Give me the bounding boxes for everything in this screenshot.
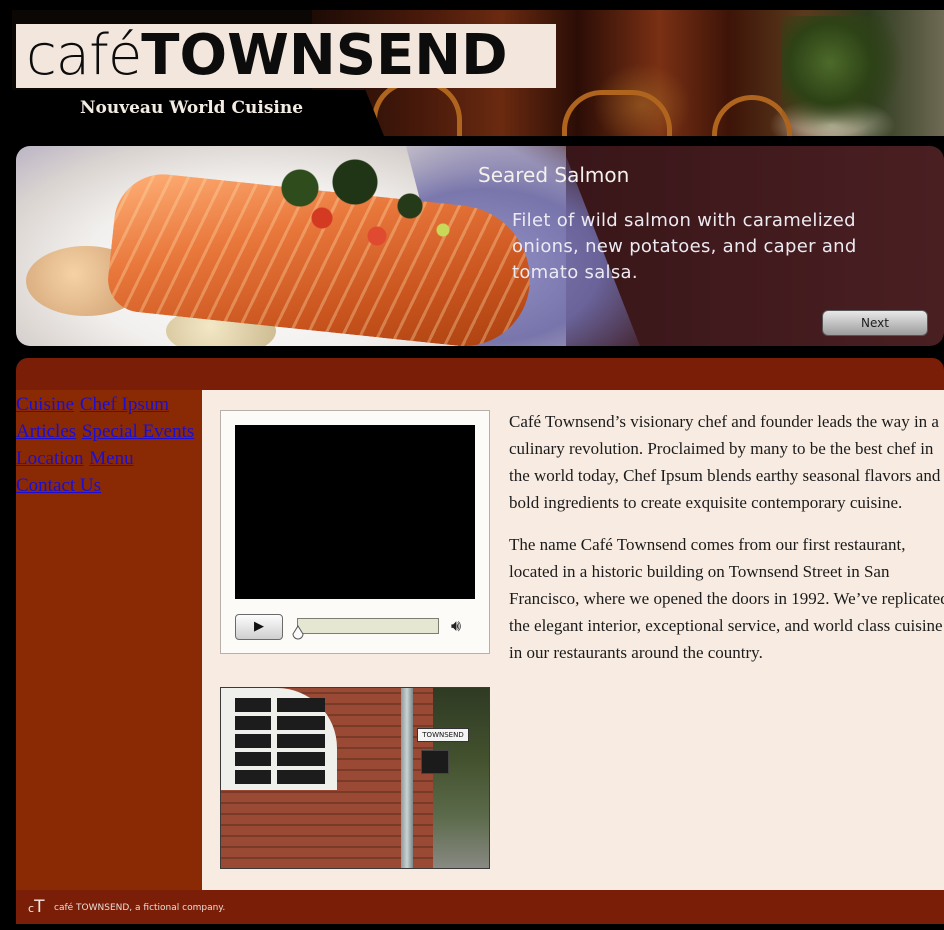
play-button[interactable]: ▶	[235, 614, 283, 640]
featured-dish-banner: Seared Salmon Filet of wild salmon with …	[16, 146, 944, 346]
street-sign: TOWNSEND	[417, 728, 469, 742]
seek-handle[interactable]	[292, 625, 304, 641]
nav-link-contact-us[interactable]: Contact Us	[16, 475, 101, 496]
main-container: Cuisine Chef Ipsum Articles Special Even…	[16, 358, 944, 924]
site-logo[interactable]: caféTOWNSEND	[16, 24, 556, 88]
seek-bar[interactable]	[297, 618, 439, 634]
video-screen[interactable]	[235, 425, 475, 599]
about-paragraph: The name Café Townsend comes from our fi…	[509, 535, 944, 662]
logo-text: caféTOWNSEND	[26, 23, 508, 88]
main-navigation: Cuisine Chef Ipsum Articles Special Even…	[16, 390, 202, 499]
footer-text: café TOWNSEND, a fictional company.	[54, 903, 226, 913]
about-text: Café Townsend’s visionary chef and found…	[509, 408, 944, 681]
site-footer: cT café TOWNSEND, a fictional company.	[16, 890, 944, 924]
nav-link-location[interactable]: Location	[16, 448, 84, 469]
featured-dish-description: Filet of wild salmon with caramelized on…	[512, 210, 857, 283]
site-tagline: Nouveau World Cuisine	[80, 98, 304, 118]
next-button[interactable]: Next	[822, 310, 928, 336]
nav-link-menu[interactable]: Menu	[89, 448, 133, 469]
footer-logo: cT	[28, 897, 45, 917]
nav-link-chef-ipsum[interactable]: Chef Ipsum	[80, 394, 169, 415]
speaker-icon[interactable]: 🔊︎	[451, 616, 461, 636]
featured-dish-title: Seared Salmon	[478, 163, 630, 187]
sidebar: Cuisine Chef Ipsum Articles Special Even…	[16, 390, 202, 890]
nav-link-cuisine[interactable]: Cuisine	[16, 394, 74, 415]
play-icon: ▶	[254, 619, 264, 634]
walk-signal	[421, 750, 449, 774]
townsend-street-photo: TOWNSEND	[220, 687, 490, 869]
video-player: ▶ 🔊︎	[220, 410, 490, 654]
site-header: caféTOWNSEND Nouveau World Cuisine	[12, 10, 944, 136]
nav-link-articles[interactable]: Articles	[16, 421, 76, 442]
nav-link-special-events[interactable]: Special Events	[82, 421, 194, 442]
content-area: ▶ 🔊︎ TOWNSEND Café Townsend’s visionary …	[202, 390, 944, 890]
about-paragraph: Café Townsend’s visionary chef and found…	[509, 412, 941, 512]
